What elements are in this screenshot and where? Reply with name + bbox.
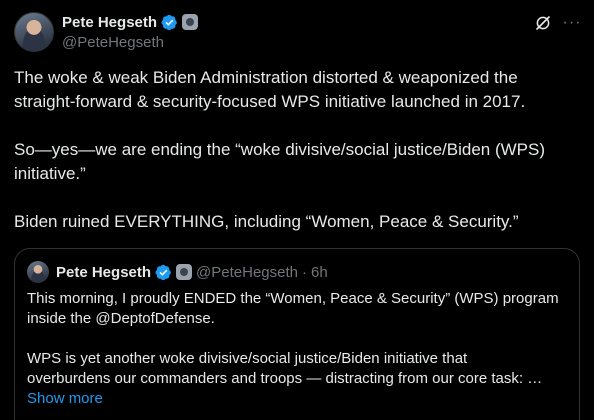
post-text-line: So—yes—we are ending the “woke divisive/…: [14, 140, 546, 159]
quoted-author-name[interactable]: Pete Hegseth: [56, 264, 151, 281]
post-text-line: straight-forward & security-focused WPS …: [14, 92, 526, 111]
quoted-text-line: This morning, I proudly ENDED the “Women…: [27, 290, 559, 307]
author-handle[interactable]: @PeteHegseth: [62, 34, 164, 51]
quoted-post-text: This morning, I proudly ENDED the “Women…: [27, 289, 575, 409]
author-name-row: Pete Hegseth: [62, 12, 199, 32]
post-text-line: The woke & weak Biden Administration dis…: [14, 68, 518, 87]
quoted-author-handle[interactable]: @PeteHegseth: [196, 264, 298, 281]
post-header: Pete Hegseth @PeteHegseth ···: [14, 8, 584, 56]
quoted-text-line: inside the @DeptofDefense.: [27, 310, 215, 327]
author-display-name[interactable]: Pete Hegseth: [62, 14, 157, 31]
quoted-author-avatar[interactable]: [27, 261, 49, 283]
post-text-line: Biden ruined EVERYTHING, including “Wome…: [14, 212, 519, 231]
separator-dot: ·: [302, 263, 307, 281]
post-text: The woke & weak Biden Administration dis…: [14, 66, 580, 234]
show-more-link[interactable]: Show more: [27, 390, 103, 407]
government-badge-icon[interactable]: [182, 14, 199, 30]
grok-icon[interactable]: [534, 14, 552, 32]
quoted-post-header: Pete Hegseth @PeteHegseth · 6h: [27, 261, 328, 283]
verified-badge-icon[interactable]: [155, 264, 172, 281]
quoted-post-card[interactable]: Pete Hegseth @PeteHegseth · 6h This morn…: [14, 248, 580, 420]
quoted-text-line: WPS is yet another woke divisive/social …: [27, 350, 468, 367]
verified-badge-icon[interactable]: [161, 14, 178, 31]
author-avatar[interactable]: [14, 12, 54, 52]
quoted-post-timestamp[interactable]: 6h: [311, 264, 328, 281]
more-options-icon[interactable]: ···: [562, 14, 582, 32]
government-badge-icon[interactable]: [176, 264, 193, 280]
post-text-line: initiative.”: [14, 164, 86, 183]
quoted-text-line: overburdens our commanders and troops — …: [27, 370, 543, 387]
